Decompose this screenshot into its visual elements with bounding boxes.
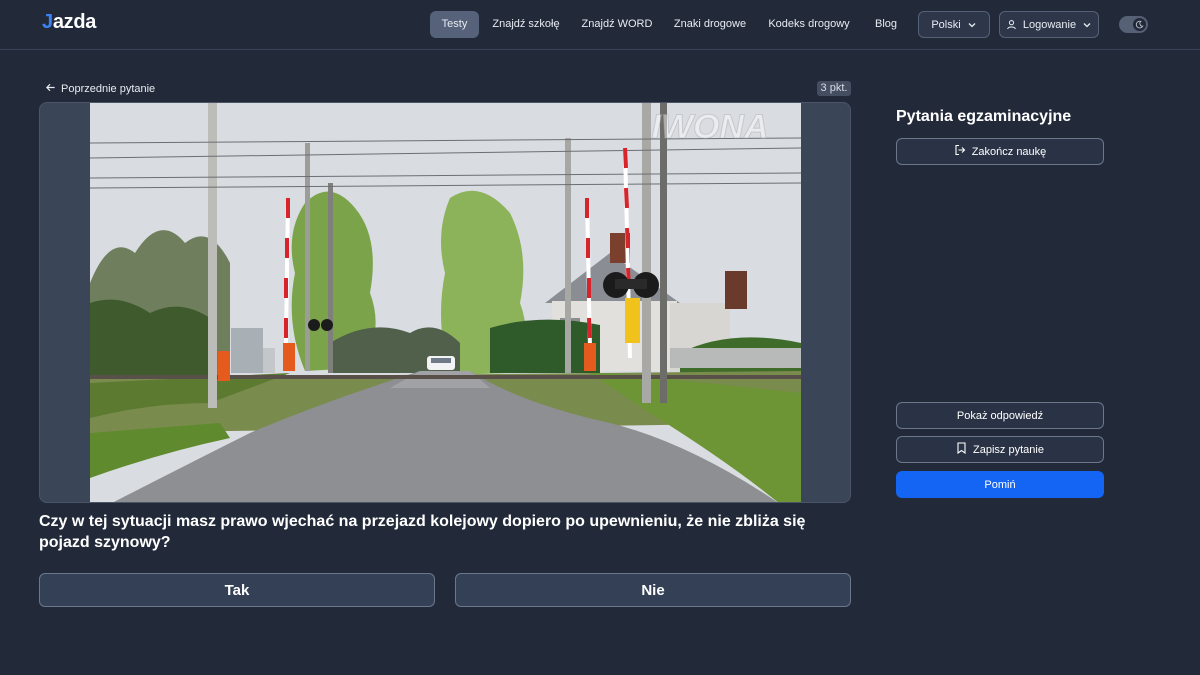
railway-crossing-photo: IWONA (90, 103, 801, 502)
photo-watermark: IWONA (651, 108, 768, 146)
moon-icon (1133, 18, 1146, 31)
login-label: Logowanie (1022, 18, 1077, 31)
top-navbar: Jazda Testy Znajdź szkołę Znajdź WORD Zn… (0, 0, 1200, 50)
show-answer-label: Pokaż odpowiedź (956, 409, 1044, 422)
language-select[interactable]: Polski (918, 11, 990, 38)
chevron-down-icon (1082, 20, 1092, 30)
login-menu-button[interactable]: Logowanie (999, 11, 1099, 38)
logo-text: azda (52, 11, 97, 33)
skip-label: Pomiń (984, 478, 1016, 491)
save-question-button[interactable]: Zapisz pytanie (896, 436, 1104, 463)
previous-question-link[interactable]: Poprzednie pytanie (45, 81, 155, 96)
answer-nie-button[interactable]: Nie (455, 573, 851, 607)
nav-item-kodeks-drogowy[interactable]: Kodeks drogowy (764, 11, 854, 38)
nav-item-znaki-drogowe[interactable]: Znaki drogowe (668, 11, 752, 38)
points-badge: 3 pkt. (817, 81, 851, 96)
previous-question-label: Poprzednie pytanie (61, 82, 156, 95)
question-text: Czy w tej sytuacji masz prawo wjechać na… (39, 513, 806, 551)
arrow-left-icon (45, 82, 56, 96)
skip-button[interactable]: Pomiń (896, 471, 1104, 498)
logo-mark: J (42, 11, 53, 33)
nav-item-blog[interactable]: Blog (868, 11, 904, 38)
panel-title: Pytania egzaminacyjne (896, 108, 1072, 125)
nav-item-testy[interactable]: Testy (430, 11, 479, 38)
nav-item-znajdz-word[interactable]: Znajdź WORD (578, 11, 656, 38)
nav-item-znajdz-szkole[interactable]: Znajdź szkołę (488, 11, 564, 38)
logout-icon (954, 144, 966, 159)
end-learning-button[interactable]: Zakończ naukę (896, 138, 1104, 165)
language-label: Polski (931, 18, 961, 31)
question-media: IWONA (39, 102, 851, 503)
theme-toggle[interactable] (1119, 16, 1148, 33)
bookmark-icon (956, 442, 967, 457)
end-learning-label: Zakończ naukę (971, 145, 1047, 158)
logo[interactable]: Jazda (42, 11, 96, 34)
chevron-down-icon (967, 20, 977, 30)
show-answer-button[interactable]: Pokaż odpowiedź (896, 402, 1104, 429)
answer-tak-button[interactable]: Tak (39, 573, 435, 607)
save-question-label: Zapisz pytanie (973, 443, 1044, 456)
user-icon (1006, 19, 1017, 30)
